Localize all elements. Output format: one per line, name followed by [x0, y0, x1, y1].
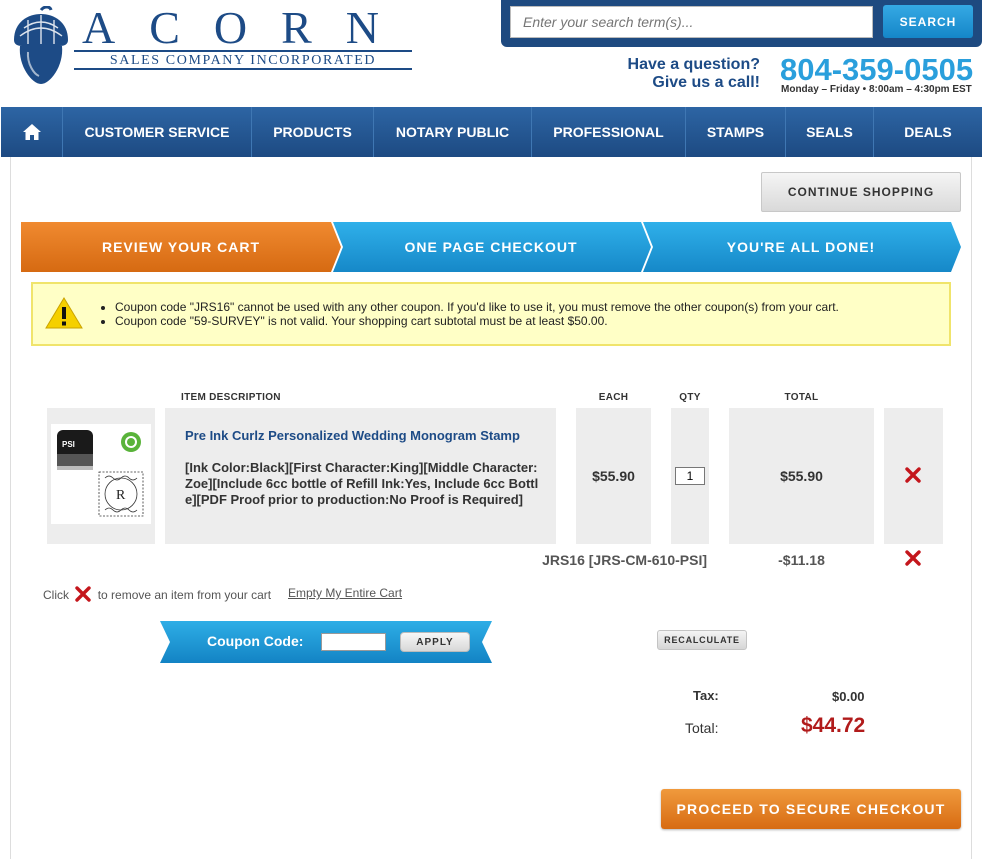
- proceed-checkout-button[interactable]: PROCEED TO SECURE CHECKOUT: [661, 789, 961, 829]
- remove-hint-x-icon: [75, 586, 92, 602]
- step-review-cart: REVIEW YOUR CART: [101, 239, 261, 255]
- total-value: $44.72: [801, 714, 866, 737]
- nav-customer-service[interactable]: CUSTOMER SERVICE: [63, 107, 252, 157]
- header-qty: QTY: [679, 392, 701, 403]
- line-total-cell: $55.90: [729, 408, 874, 544]
- acorn-icon: [14, 6, 68, 84]
- total-label: Total:: [685, 720, 719, 736]
- empty-cart-link[interactable]: Empty My Entire Cart: [288, 586, 402, 600]
- nav-notary-public[interactable]: NOTARY PUBLIC: [374, 107, 532, 157]
- nav-products[interactable]: PRODUCTS: [252, 107, 374, 157]
- remove-cell: [884, 408, 943, 544]
- contact-question: Have a question? Give us a call!: [600, 56, 760, 92]
- search-input[interactable]: [510, 6, 873, 38]
- business-hours: Monday – Friday • 8:00am – 4:30pm EST: [781, 84, 972, 95]
- product-options: [Ink Color:Black][First Character:King][…: [185, 460, 539, 507]
- each-price-cell: $55.90: [576, 408, 651, 544]
- site-logo[interactable]: ACORN SALES COMPANY INCORPORATED: [10, 2, 415, 88]
- nav-professional[interactable]: PROFESSIONAL: [532, 107, 686, 157]
- step-all-done: YOU'RE ALL DONE!: [726, 239, 876, 255]
- qty-cell: [671, 408, 709, 544]
- tax-label: Tax:: [693, 688, 719, 703]
- coupon-code-input[interactable]: [321, 633, 386, 651]
- product-name[interactable]: Pre Ink Curlz Personalized Wedding Monog…: [185, 428, 540, 444]
- nav-home[interactable]: [1, 107, 63, 157]
- phone-number[interactable]: 804-359-0505: [780, 52, 973, 88]
- search-bar: SEARCH: [501, 0, 982, 47]
- continue-shopping-button[interactable]: CONTINUE SHOPPING: [761, 172, 961, 212]
- logo-subtitle: SALES COMPANY INCORPORATED: [74, 50, 412, 70]
- quantity-input[interactable]: [675, 467, 705, 485]
- header-each: EACH: [598, 392, 629, 403]
- home-icon: [22, 124, 41, 140]
- nav-stamps[interactable]: STAMPS: [686, 107, 786, 157]
- question-line-1: Have a question?: [627, 56, 760, 73]
- applied-coupon-name: JRS16 [JRS-CM-610-PSI]: [542, 552, 707, 568]
- coupon-code-label: Coupon Code:: [207, 633, 304, 649]
- tax-value: $0.00: [832, 689, 865, 704]
- header-item-description: ITEM DESCRIPTION: [181, 392, 281, 403]
- logo-wordmark: ACORN: [82, 2, 414, 53]
- alert-message: Coupon code "JRS16" cannot be used with …: [115, 300, 839, 314]
- each-price: $55.90: [592, 468, 635, 484]
- stamp-label: PSI: [62, 440, 75, 449]
- remove-coupon-icon[interactable]: [905, 550, 921, 566]
- apply-coupon-button[interactable]: APPLY: [400, 632, 470, 652]
- alert-messages: Coupon code "JRS16" cannot be used with …: [115, 300, 839, 328]
- warning-icon: [45, 297, 83, 329]
- nav-seals[interactable]: SEALS: [786, 107, 874, 157]
- remove-hint-before: Click: [43, 588, 69, 602]
- checkout-steps: REVIEW YOUR CART ONE PAGE CHECKOUT YOU'R…: [21, 222, 961, 272]
- product-image[interactable]: PSI R: [51, 424, 151, 524]
- remove-hint: Click to remove an item from your cart: [43, 586, 271, 602]
- applied-coupon-amount: -$11.18: [778, 552, 825, 568]
- nav-deals[interactable]: DEALS: [874, 107, 982, 157]
- main-nav: CUSTOMER SERVICE PRODUCTS NOTARY PUBLIC …: [1, 107, 982, 157]
- monogram-letter: R: [116, 488, 126, 503]
- remove-hint-after: to remove an item from your cart: [97, 588, 272, 602]
- alert-message: Coupon code "59-SURVEY" is not valid. Yo…: [115, 314, 839, 328]
- recalculate-button[interactable]: RECALCULATE: [657, 630, 747, 650]
- search-button[interactable]: SEARCH: [883, 5, 973, 38]
- line-total: $55.90: [780, 468, 823, 484]
- question-line-2: Give us a call!: [652, 74, 760, 91]
- remove-item-icon[interactable]: [905, 467, 921, 483]
- header-total: TOTAL: [784, 392, 819, 403]
- step-one-page-checkout: ONE PAGE CHECKOUT: [404, 239, 578, 255]
- coupon-alert: Coupon code "JRS16" cannot be used with …: [31, 282, 951, 346]
- product-image-cell: PSI R: [47, 408, 155, 544]
- item-description-cell: Pre Ink Curlz Personalized Wedding Monog…: [165, 408, 556, 544]
